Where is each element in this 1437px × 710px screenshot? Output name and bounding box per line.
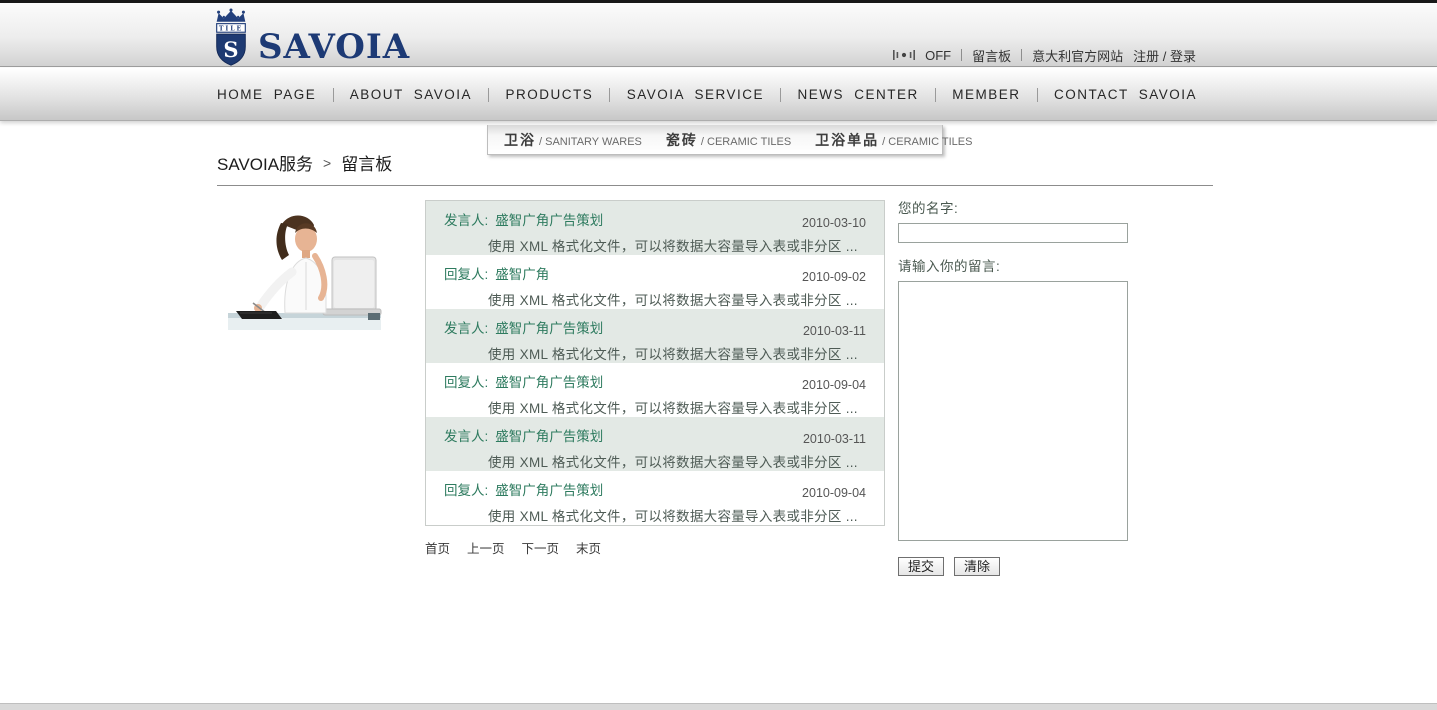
message-role: 发言人: <box>444 321 488 336</box>
italy-official-site-link[interactable]: 意大利官方网站 <box>1032 46 1123 65</box>
woman-at-laptop-photo <box>222 210 387 336</box>
brand-wordmark: SAVOIA <box>258 30 410 66</box>
main-nav: HOME PAGE ABOUT SAVOIA PRODUCTS SAVOIA S… <box>0 68 1437 121</box>
message-label: 请输入你的留言: <box>898 255 1128 275</box>
divider <box>1037 88 1038 102</box>
content-divider <box>217 185 1213 186</box>
message-row: 发言人: 盛智广角广告策划 2010-03-11 使用 XML 格式化文件，可以将… <box>426 417 884 471</box>
message-row: 回复人: 盛智广角广告策划 2010-09-04 使用 XML 格式化文件，可以将… <box>426 471 884 525</box>
message-date: 2010-03-10 <box>802 216 866 230</box>
footer-strip <box>0 703 1437 710</box>
message-author[interactable]: 盛智广角广告策划 <box>495 213 603 228</box>
shield-banner-text: TILE <box>219 25 243 32</box>
nav-item-contact-savoia[interactable]: CONTACT SAVOIA <box>1054 87 1197 102</box>
submit-button[interactable]: 提交 <box>898 557 944 576</box>
products-submenu: 卫浴/ SANITARY WARES 瓷砖/ CERAMIC TILES 卫浴单… <box>487 125 943 155</box>
shield-crown-icon: TILE S <box>210 8 252 66</box>
message-excerpt: 使用 XML 格式化文件，可以将数据大容量导入表或非分区 ... <box>488 397 884 417</box>
message-list: 发言人: 盛智广角广告策划 2010-03-10 使用 XML 格式化文件，可以将… <box>425 200 885 526</box>
divider <box>488 88 489 102</box>
message-author[interactable]: 盛智广角广告策划 <box>495 429 603 444</box>
message-role: 发言人: <box>444 213 488 228</box>
message-excerpt: 使用 XML 格式化文件，可以将数据大容量导入表或非分区 ... <box>488 343 884 363</box>
divider <box>1021 49 1022 61</box>
message-author[interactable]: 盛智广角广告策划 <box>495 321 603 336</box>
message-role: 回复人: <box>444 267 488 282</box>
message-date: 2010-03-11 <box>803 324 866 338</box>
message-author[interactable]: 盛智广角 <box>495 267 549 282</box>
message-excerpt: 使用 XML 格式化文件，可以将数据大容量导入表或非分区 ... <box>488 235 884 255</box>
message-excerpt: 使用 XML 格式化文件，可以将数据大容量导入表或非分区 ... <box>488 289 884 309</box>
divider <box>780 88 781 102</box>
pagination-last[interactable]: 末页 <box>576 538 601 557</box>
breadcrumb-section[interactable]: SAVOIA服务 <box>217 150 313 175</box>
submenu-item-bath-items[interactable]: 卫浴单品/ CERAMIC TILES <box>815 130 972 150</box>
guestbook-form: 您的名字: 请输入你的留言: 提交 清除 <box>898 197 1128 576</box>
message-author[interactable]: 盛智广角广告策划 <box>495 375 603 390</box>
message-role: 发言人: <box>444 429 488 444</box>
message-role: 回复人: <box>444 375 488 390</box>
submenu-item-sanitary-wares[interactable]: 卫浴/ SANITARY WARES <box>504 130 642 150</box>
nav-item-about-savoia[interactable]: ABOUT SAVOIA <box>350 87 472 102</box>
message-textarea[interactable] <box>898 281 1128 541</box>
nav-item-member[interactable]: MEMBER <box>952 87 1020 102</box>
message-row: 回复人: 盛智广角 2010-09-02 使用 XML 格式化文件，可以将数据大容… <box>426 255 884 309</box>
message-row: 发言人: 盛智广角广告策划 2010-03-10 使用 XML 格式化文件，可以将… <box>426 201 884 255</box>
pagination-prev[interactable]: 上一页 <box>467 538 505 557</box>
sound-toggle[interactable]: OFF <box>925 48 951 63</box>
header: TILE S SAVOIA OFF 留言板 意大利官方网站 注册 / <box>0 3 1437 67</box>
divider <box>961 49 962 61</box>
pagination: 首页 上一页 下一页 末页 <box>425 538 601 557</box>
shield-letter: S <box>223 37 238 62</box>
nav-item-savoia-service[interactable]: SAVOIA SERVICE <box>627 87 764 102</box>
message-excerpt: 使用 XML 格式化文件，可以将数据大容量导入表或非分区 ... <box>488 451 884 471</box>
form-buttons: 提交 清除 <box>898 557 1128 576</box>
message-date: 2010-03-11 <box>803 432 866 446</box>
breadcrumb-separator: > <box>323 155 331 171</box>
message-board-link[interactable]: 留言板 <box>972 46 1011 65</box>
breadcrumb: SAVOIA服务 > 留言板 <box>217 150 392 175</box>
message-date: 2010-09-02 <box>802 270 866 284</box>
divider <box>935 88 936 102</box>
message-role: 回复人: <box>444 483 488 498</box>
sound-icon[interactable] <box>893 49 915 61</box>
message-date: 2010-09-04 <box>802 486 866 500</box>
nav-item-news-center[interactable]: NEWS CENTER <box>797 87 918 102</box>
name-input[interactable] <box>898 223 1128 243</box>
clear-button[interactable]: 清除 <box>954 557 1000 576</box>
nav-item-home-page[interactable]: HOME PAGE <box>217 87 316 102</box>
pagination-next[interactable]: 下一页 <box>522 538 560 557</box>
divider <box>609 88 610 102</box>
divider <box>333 88 334 102</box>
utility-bar: OFF 留言板 意大利官方网站 注册 / 登录 <box>893 46 1196 64</box>
name-label: 您的名字: <box>898 197 1128 217</box>
brand-logo[interactable]: TILE S SAVOIA <box>210 8 410 66</box>
breadcrumb-current-page: 留言板 <box>341 150 392 175</box>
message-author[interactable]: 盛智广角广告策划 <box>495 483 603 498</box>
message-row: 回复人: 盛智广角广告策划 2010-09-04 使用 XML 格式化文件，可以将… <box>426 363 884 417</box>
nav-item-products[interactable]: PRODUCTS <box>505 87 593 102</box>
submenu-item-ceramic-tiles[interactable]: 瓷砖/ CERAMIC TILES <box>666 130 791 150</box>
message-row: 发言人: 盛智广角广告策划 2010-03-11 使用 XML 格式化文件，可以将… <box>426 309 884 363</box>
register-login-link[interactable]: 注册 / 登录 <box>1133 46 1196 65</box>
message-excerpt: 使用 XML 格式化文件，可以将数据大容量导入表或非分区 ... <box>488 505 884 525</box>
message-date: 2010-09-04 <box>802 378 866 392</box>
page: TILE S SAVOIA OFF 留言板 意大利官方网站 注册 / <box>0 0 1437 710</box>
pagination-first[interactable]: 首页 <box>425 538 450 557</box>
